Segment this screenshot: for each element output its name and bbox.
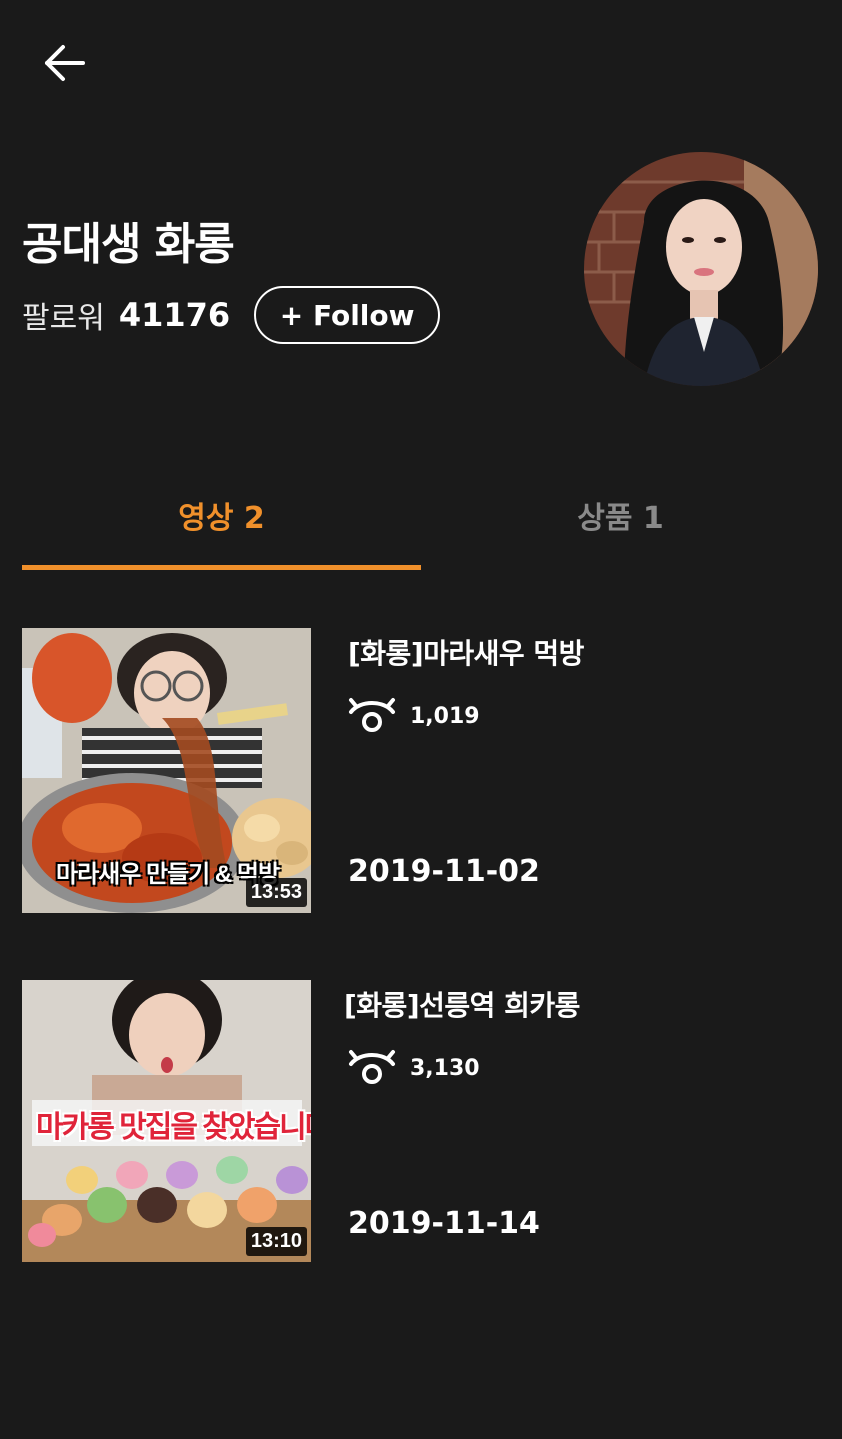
video-thumbnail[interactable]: 마카롱 맛집을 찾았습니다 13:10 [22,980,311,1262]
video-list-item[interactable]: 마카롱 맛집을 찾았습니다 13:10 [화롱]선릉역 희카롱 3,130 20… [22,980,820,1265]
video-duration: 13:53 [245,878,307,907]
arrow-left-icon [45,45,85,81]
followers-count: 41176 [118,296,231,334]
eye-icon [349,698,395,732]
tab-videos-label: 영상 2 [178,501,265,536]
video-title[interactable]: [화롱]마라새우 먹방 [348,632,584,672]
thumbnail-caption: 마카롱 맛집을 찾았습니다 [36,1111,311,1144]
back-button[interactable] [40,40,90,86]
tab-videos[interactable]: 영상 2 [22,470,421,570]
eye-icon [349,1050,395,1084]
follow-button[interactable]: + Follow [254,286,441,344]
tab-bar: 영상 2 상품 1 [22,470,820,570]
video-date: 2019-11-02 [348,854,540,889]
video-date: 2019-11-14 [348,1206,540,1241]
views-row: 1,019 [348,694,480,738]
video-list-item[interactable]: 마라새우 만들기 & 먹방 13:53 [화롱]마라새우 먹방 1,019 20… [22,628,820,913]
avatar-photo [584,152,818,386]
video-duration: 13:10 [245,1227,307,1256]
followers-label: 팔로워 [22,301,105,336]
views-row: 3,130 [348,1046,480,1090]
views-count: 1,019 [410,703,480,729]
tab-products[interactable]: 상품 1 [421,470,820,570]
video-title[interactable]: [화롱]선릉역 희카롱 [344,984,580,1024]
followers-row: 팔로워 41176 + Follow [22,286,441,344]
tab-products-label: 상품 1 [577,501,664,536]
profile-name: 공대생 화롱 [22,219,235,270]
video-thumbnail[interactable]: 마라새우 만들기 & 먹방 13:53 [22,628,311,913]
views-count: 3,130 [410,1055,480,1081]
avatar[interactable] [584,152,818,386]
